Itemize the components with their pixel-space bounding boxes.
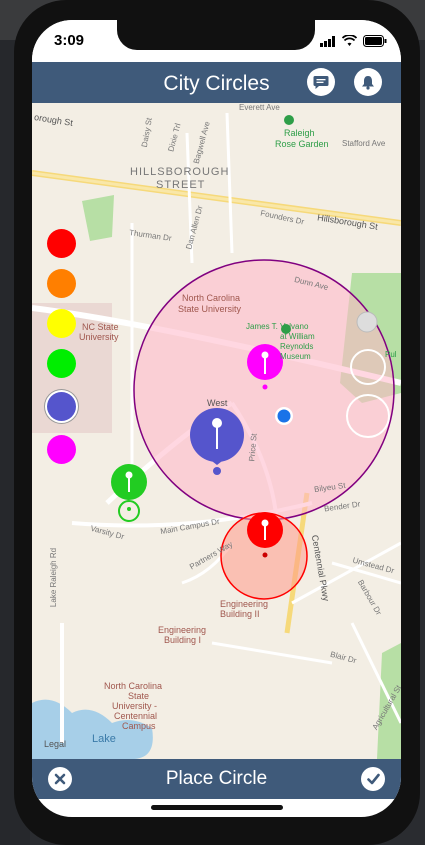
map-view[interactable]: HILLSBOROUGH STREET Raleigh Rose Garden … [32,103,401,759]
map-label-centennial-3: University - [112,701,158,711]
notifications-button[interactable] [354,68,382,96]
bottom-bar: Place Circle [32,759,401,799]
map-label-west: West [207,398,228,408]
legal-link[interactable]: Legal [44,739,66,749]
map-label-eng2-1: Engineering [220,599,269,609]
user-location-dot [277,409,291,423]
map-label-valvano-4: Museum [280,352,311,361]
bottom-title: Place Circle [165,768,268,789]
color-swatch-blue-selected[interactable] [47,392,76,421]
map-label-valvano-1: James T. Valvano [246,322,309,331]
map-label-stafford: Stafford Ave [342,139,386,148]
garden-icon [284,115,294,125]
nav-bar: City Circles [32,62,401,103]
signal-icon [320,36,335,47]
circle-large[interactable] [133,259,395,521]
color-swatch-magenta[interactable] [47,435,76,464]
map-label-eng1-2: Building I [164,635,202,645]
map-label-valvano-3: Reynolds [280,342,314,351]
app-screen: 3:09 City Circles HILLSBOROUGH STREET Ra… [32,20,401,817]
map-control-small[interactable] [356,311,378,333]
chat-bubble-icon [313,75,329,89]
color-swatch-green[interactable] [47,349,76,378]
map-label-lake: Lake [92,733,116,745]
status-bar: 3:09 [32,20,401,62]
map-label-valvano-2: at William [280,332,315,341]
map-label-hillsborough: HILLSBOROUGH [130,166,230,178]
notch [117,20,315,50]
map-label-raleigh: Raleigh [284,128,315,138]
color-swatch-red[interactable] [47,229,76,258]
map-label-everett: Everett Ave [239,103,280,112]
status-time: 3:09 [54,32,85,49]
map-label-eng1-1: Engineering [158,625,207,635]
home-indicator [151,805,283,810]
map-label-pul: Pul [385,350,397,359]
map-label-lake-raleigh-rd: Lake Raleigh Rd [49,547,59,608]
chat-button[interactable] [307,68,335,96]
wifi-icon [342,35,357,46]
color-swatch-yellow[interactable] [47,309,76,338]
map-label-centennial-5: Campus [122,721,156,731]
map-label-ncsu-short-1: NC State [82,322,119,332]
map-label-ncsu-2: State University [178,304,242,314]
map-label-centennial-2: State [128,691,150,701]
map-label-ncsu-short-2: University [79,332,119,342]
page-title: City Circles [163,72,270,95]
map-label-street: STREET [156,179,206,191]
color-swatch-orange[interactable] [47,269,76,298]
confirm-button[interactable] [361,767,385,791]
map-label-eng2-2: Building II [220,609,260,619]
map-label-centennial-1: North Carolina [104,681,163,691]
map-label-centennial-4: Centennial [114,711,158,721]
map-label-ncsu-1: North Carolina [182,293,241,303]
map-label-rose-garden: Rose Garden [275,139,329,149]
checkmark-icon [366,773,380,785]
bell-icon [362,75,374,90]
battery-icon [363,35,387,47]
